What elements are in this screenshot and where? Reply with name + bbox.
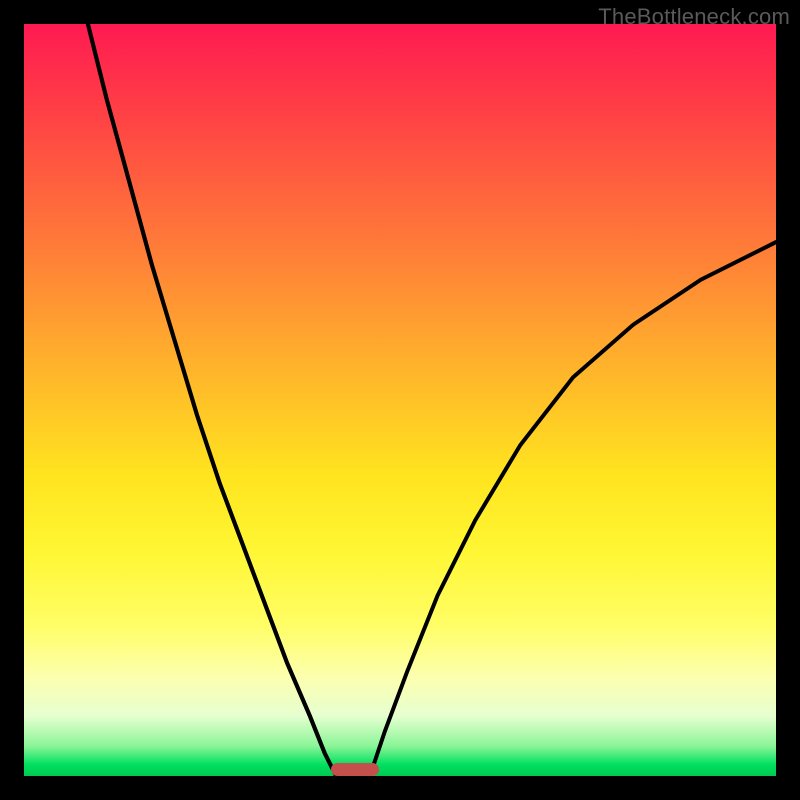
left-curve: [88, 24, 336, 776]
bottleneck-marker: [331, 763, 379, 776]
curves-svg: [24, 24, 776, 776]
chart-frame: TheBottleneck.com: [0, 0, 800, 800]
right-curve: [370, 242, 776, 776]
plot-area: [24, 24, 776, 776]
